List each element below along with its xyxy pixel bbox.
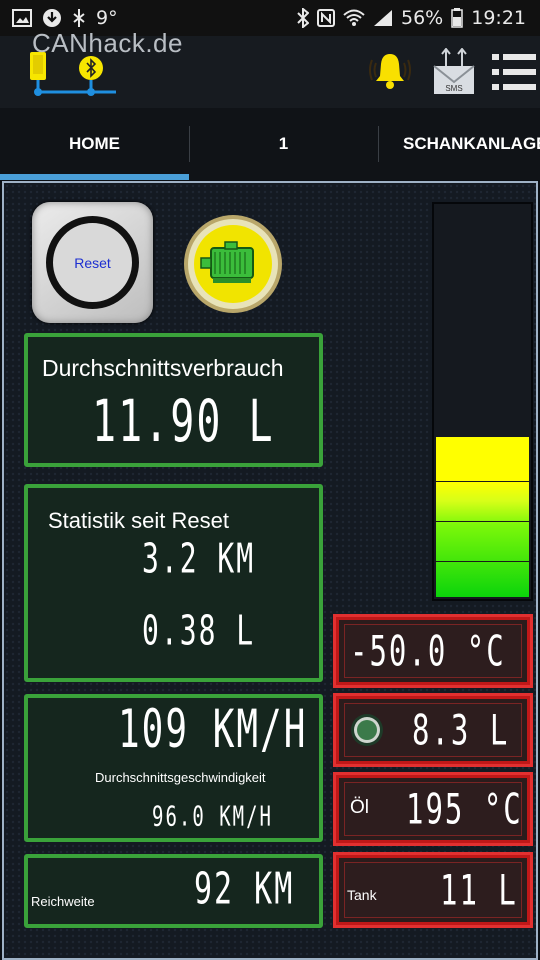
gauge-divider [436, 521, 529, 522]
level-indicator-icon [351, 714, 383, 746]
gauge-divider [436, 481, 529, 482]
speed-sub-value: 96.0 KM/H [152, 801, 273, 833]
tank-panel: Tank 11 L [333, 852, 533, 928]
battery-icon [451, 8, 463, 28]
oil-value: 195 °C [406, 784, 523, 834]
bell-icon[interactable] [366, 50, 414, 92]
tab-schankanlage[interactable]: SCHANKANLAGE [378, 108, 540, 180]
reset-ring: Reset [46, 216, 139, 309]
stats-distance: 3.2 KM [142, 534, 256, 583]
tank-level-fill [436, 437, 529, 597]
tab-selected-indicator [0, 174, 189, 180]
stats-panel: Statistik seit Reset 3.2 KM 0.38 L [24, 484, 323, 682]
level-value: 8.3 L [412, 705, 510, 755]
consumption-panel: Durchschnittsverbrauch 11.90 L [24, 333, 323, 467]
range-label: Reichweite [31, 894, 95, 909]
tank-level-top-line [436, 437, 529, 441]
temperature-value: -50.0 °C [350, 626, 506, 676]
temperature-status: 9° [96, 7, 118, 29]
svg-text:SMS: SMS [445, 84, 462, 93]
menu-icon[interactable] [492, 52, 536, 92]
tank-value: 11 L [440, 865, 518, 915]
oil-label: Öl [350, 797, 369, 818]
tank-level-gauge [432, 202, 533, 601]
oil-panel: Öl 195 °C [333, 772, 533, 846]
signal-icon [373, 9, 393, 27]
battery-percent: 56% [401, 7, 444, 29]
consumption-title: Durchschnittsverbrauch [42, 355, 284, 381]
reset-label: Reset [74, 254, 111, 271]
stats-fuel: 0.38 L [142, 606, 256, 655]
stats-title: Statistik seit Reset [48, 508, 229, 533]
level-panel: 8.3 L [333, 693, 533, 767]
tab-bar: HOME 1 SCHANKANLAGE [0, 108, 540, 180]
speed-panel: 109 KM/H Durchschnittsgeschwindigkeit 96… [24, 694, 323, 842]
brand-watermark: CANhack.de [32, 28, 183, 58]
tab-1[interactable]: 1 [189, 108, 378, 180]
reset-button[interactable]: Reset [32, 202, 153, 323]
wifi-icon [343, 9, 365, 27]
range-value: 92 KM [194, 864, 295, 915]
tank-label: Tank [347, 887, 377, 903]
sms-icon[interactable]: SMS [432, 48, 476, 96]
motor-icon[interactable] [183, 214, 283, 314]
nfc-icon [317, 9, 335, 27]
consumption-value: 11.90 L [92, 388, 275, 456]
image-icon [12, 9, 32, 27]
clock: 19:21 [471, 7, 526, 29]
temperature-panel: -50.0 °C [333, 614, 533, 688]
tab-home[interactable]: HOME [0, 108, 189, 180]
bluetooth-icon [297, 8, 309, 28]
download-icon [42, 8, 62, 28]
speed-label: Durchschnittsgeschwindigkeit [95, 770, 266, 785]
weather-icon [72, 8, 86, 28]
gauge-divider [436, 561, 529, 562]
app-bar: CANhack.de SMS [0, 28, 540, 108]
range-panel: Reichweite 92 KM [24, 854, 323, 928]
speed-value: 109 KM/H [118, 700, 308, 761]
